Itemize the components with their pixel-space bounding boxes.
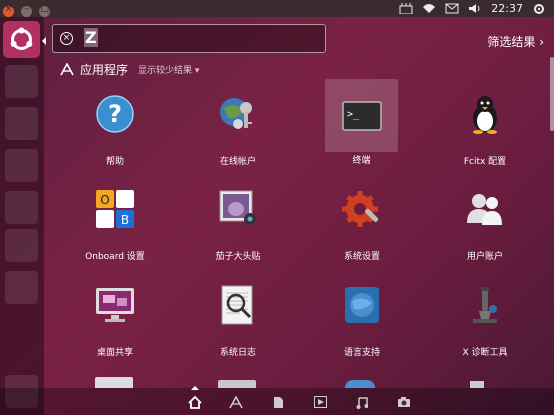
- launcher: [0, 17, 46, 415]
- app-tile-x-diagnostic[interactable]: X 诊断工具: [430, 271, 540, 361]
- search-field[interactable]: × Z: [52, 24, 326, 53]
- app-label: 语言支持: [343, 348, 380, 358]
- gear-icon[interactable]: [532, 3, 546, 15]
- mail-icon[interactable]: [445, 3, 459, 15]
- partial-app-tile[interactable]: [470, 381, 484, 388]
- app-label: 桌面共享: [96, 348, 133, 358]
- app-label: Onboard 设置: [85, 252, 145, 262]
- cheese-icon: [219, 190, 256, 225]
- desktop-sharing-icon: [96, 288, 134, 322]
- chevron-right-icon: ›: [539, 35, 544, 49]
- app-label: Fcitx 配置: [463, 157, 507, 167]
- app-tile-fcitx[interactable]: Fcitx 配置: [430, 80, 540, 170]
- photo-lens-icon[interactable]: [397, 395, 411, 409]
- filter-label: 筛选结果: [487, 35, 536, 49]
- app-tile-online-accounts[interactable]: 在线帐户: [183, 80, 293, 170]
- partial-app-tile[interactable]: [345, 380, 375, 388]
- language-support-icon: [345, 287, 379, 323]
- app-tile-help[interactable]: ? 帮助: [60, 80, 170, 170]
- dash-home-button[interactable]: [3, 21, 40, 58]
- minimize-button[interactable]: –: [21, 4, 33, 17]
- results-scrollbar[interactable]: [550, 57, 554, 131]
- users-icon: [467, 194, 502, 225]
- system-log-icon: [221, 285, 253, 325]
- terminal-icon: >_: [342, 101, 382, 131]
- svg-text:O: O: [100, 193, 109, 207]
- clear-search-icon[interactable]: ×: [60, 32, 73, 45]
- app-label: 用户账户: [466, 252, 503, 262]
- firefox-launcher-icon[interactable]: [5, 107, 38, 140]
- show-fewer-results-toggle[interactable]: 显示较少结果 ▾: [138, 63, 199, 76]
- partial-app-tile[interactable]: [218, 380, 256, 388]
- app-tile-system-settings[interactable]: 系统设置: [307, 175, 417, 265]
- app-label: 系统日志: [219, 348, 256, 358]
- app-label: 系统设置: [343, 252, 380, 262]
- caret-down-icon: ▾: [194, 66, 200, 76]
- app-tile-system-log[interactable]: 系统日志: [183, 271, 293, 361]
- help-icon: ?: [96, 95, 134, 133]
- top-panel: × – □ 22:37: [0, 0, 554, 17]
- app-tile-terminal[interactable]: >_ 终端: [325, 79, 398, 166]
- svg-text:B: B: [121, 213, 129, 227]
- app-tile-desktop-sharing[interactable]: 桌面共享: [60, 271, 170, 361]
- wifi-icon[interactable]: [422, 3, 436, 15]
- applications-category-icon: [60, 63, 74, 76]
- onboard-icon: O B: [96, 190, 134, 228]
- launcher-active-pip: [42, 37, 46, 45]
- files-lens-icon[interactable]: [271, 395, 285, 409]
- dvd-launcher-icon[interactable]: [5, 271, 38, 304]
- search-input[interactable]: Z: [84, 28, 98, 47]
- app-tile-users[interactable]: 用户账户: [430, 175, 540, 265]
- app-label: X 诊断工具: [462, 348, 508, 358]
- category-title: 应用程序: [80, 63, 129, 77]
- volume-icon[interactable]: [468, 3, 482, 15]
- svg-text:?: ?: [108, 100, 122, 128]
- ubuntu-logo-icon: [10, 27, 33, 50]
- app-tile-onboard[interactable]: O B Onboard 设置: [60, 175, 170, 265]
- close-button[interactable]: ×: [3, 4, 14, 17]
- fcitx-penguin-icon: [473, 96, 497, 134]
- partial-app-tile[interactable]: [95, 377, 133, 388]
- app-label: 茄子大头贴: [215, 252, 261, 262]
- files-launcher-icon[interactable]: [5, 65, 38, 98]
- online-accounts-icon: [220, 98, 252, 129]
- indicator-area: 22:37: [399, 0, 546, 17]
- video-lens-icon[interactable]: [313, 395, 327, 409]
- home-lens-icon[interactable]: [188, 395, 202, 409]
- maximize-button[interactable]: □: [39, 4, 51, 17]
- show-fewer-label: 显示较少结果: [138, 66, 193, 76]
- app-label: 帮助: [105, 157, 124, 167]
- active-lens-pip: [191, 386, 199, 390]
- svg-text:>_: >_: [347, 109, 360, 120]
- x-diagnostic-icon: [473, 287, 497, 323]
- filter-results-button[interactable]: 筛选结果 ›: [487, 33, 544, 50]
- software-center-launcher-icon[interactable]: [5, 149, 38, 182]
- terminal-launcher-icon[interactable]: [5, 229, 38, 262]
- app-label: 在线帐户: [219, 157, 256, 167]
- category-header: 应用程序 显示较少结果 ▾: [60, 61, 199, 78]
- keyboard-icon[interactable]: [399, 3, 413, 15]
- clock[interactable]: 22:37: [491, 2, 523, 15]
- settings-launcher-icon[interactable]: [5, 191, 38, 224]
- music-lens-icon[interactable]: [355, 395, 369, 409]
- system-settings-icon: [342, 191, 379, 227]
- app-tile-cheese[interactable]: 茄子大头贴: [183, 175, 293, 265]
- apps-lens-icon[interactable]: [229, 395, 243, 409]
- app-tile-language-support[interactable]: 语言支持: [307, 271, 417, 361]
- app-label: 终端: [352, 156, 371, 166]
